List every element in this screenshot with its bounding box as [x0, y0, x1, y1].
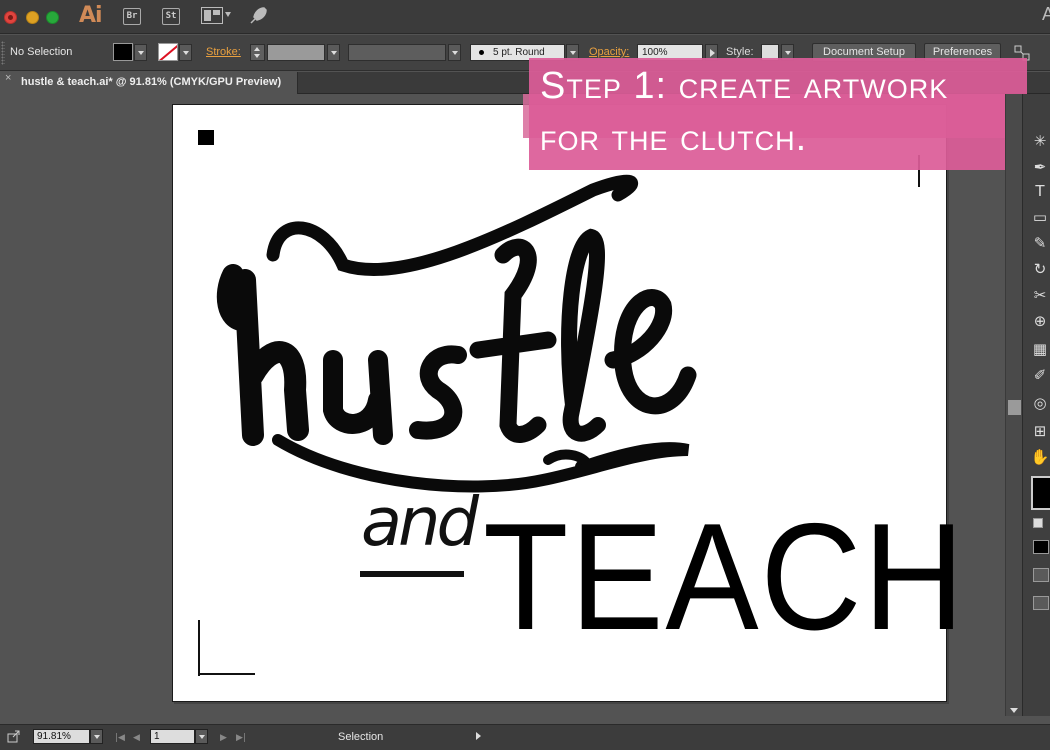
selection-status: No Selection — [10, 46, 73, 58]
fill-dropdown[interactable] — [134, 44, 147, 61]
close-tab-icon[interactable]: × — [5, 72, 11, 84]
fill-color-swatch[interactable] — [113, 43, 133, 61]
type-tool-icon[interactable]: T — [1029, 180, 1050, 202]
zoom-window-button[interactable] — [46, 11, 59, 24]
document-tab[interactable]: × hustle & teach.ai* @ 91.81% (CMYK/GPU … — [0, 72, 298, 94]
share-icon[interactable] — [7, 729, 21, 743]
default-colors-icon[interactable] — [1033, 518, 1043, 528]
next-artboard-icon[interactable]: ▶ — [220, 733, 227, 743]
rectangle-tool-icon[interactable]: ▭ — [1029, 206, 1050, 228]
rotate-tool-icon[interactable]: ↻ — [1029, 258, 1050, 280]
variable-width-dropdown[interactable] — [448, 44, 461, 61]
artboard-dropdown[interactable] — [195, 729, 208, 744]
minimize-window-button[interactable] — [26, 11, 39, 24]
stroke-label[interactable]: Stroke: — [206, 46, 241, 58]
screen-mode-icon[interactable] — [1033, 596, 1049, 610]
current-tool-status[interactable]: Selection — [338, 731, 383, 743]
and-underline — [360, 571, 464, 577]
teach-word[interactable]: TEACH — [483, 501, 966, 653]
status-bar: 91.81% |◀ ◀ 1 ▶ ▶| Selection — [0, 724, 1050, 750]
workspace-layout-icon[interactable] — [201, 7, 223, 24]
chevron-down-icon[interactable] — [225, 12, 231, 17]
title-bar: Ai Br St A — [0, 0, 1050, 34]
and-word[interactable]: and — [361, 489, 479, 556]
stroke-weight-dropdown[interactable] — [327, 44, 340, 61]
style-label: Style: — [726, 46, 754, 58]
artboard[interactable]: and TEACH — [172, 104, 964, 702]
opacity-label[interactable]: Opacity: — [589, 46, 629, 58]
color-mode-icon[interactable] — [1033, 540, 1049, 554]
fill-stroke-indicator[interactable] — [1031, 476, 1050, 510]
pen-tool-icon[interactable]: ✒ — [1029, 156, 1050, 178]
top-right-glyph: A — [1042, 4, 1050, 24]
brush-definition-value: 5 pt. Round — [493, 47, 545, 58]
callout-line-1: Step 1: create artwork — [540, 65, 949, 107]
eyedropper-tool-icon[interactable]: ✐ — [1029, 364, 1050, 386]
document-tab-title: hustle & teach.ai* @ 91.81% (CMYK/GPU Pr… — [21, 76, 282, 88]
blend-tool-icon[interactable]: ◎ — [1029, 392, 1050, 414]
callout-text: Step 1: create artwork for the clutch. — [540, 60, 1020, 164]
shape-builder-icon[interactable]: ⊕ — [1029, 310, 1050, 332]
first-artboard-icon[interactable]: |◀ — [115, 733, 125, 743]
panel-grip[interactable] — [1, 41, 5, 65]
chart-tool-icon[interactable]: ▦ — [1029, 338, 1050, 360]
stock-button[interactable]: St — [162, 8, 180, 25]
artboard-number-field[interactable]: 1 — [150, 729, 195, 744]
gpu-performance-rocket-icon[interactable] — [247, 5, 269, 27]
variable-width-profile[interactable] — [348, 44, 446, 61]
vertical-scrollbar[interactable] — [1005, 94, 1022, 716]
selection-tool-icon[interactable]: ✳ — [1029, 130, 1050, 152]
hand-tool-icon[interactable]: ✋ — [1029, 446, 1050, 468]
paintbrush-tool-icon[interactable]: ✎ — [1029, 232, 1050, 254]
stroke-color-swatch[interactable] — [158, 43, 178, 61]
previous-artboard-icon[interactable]: ◀ — [133, 733, 140, 743]
app-logo: Ai — [79, 3, 103, 28]
zoom-dropdown[interactable] — [90, 729, 103, 744]
bridge-button[interactable]: Br — [123, 8, 141, 25]
brush-dot-icon — [479, 50, 484, 55]
drawing-mode-icon[interactable] — [1033, 568, 1049, 582]
status-menu-arrow-icon[interactable] — [476, 732, 481, 740]
zoom-level-field[interactable]: 91.81% — [33, 729, 90, 744]
tools-panel: ✳ ✒ T ▭ ✎ ↻ ✂ ⊕ ▦ ✐ ◎ ⊞ ✋ — [1022, 94, 1050, 716]
artboard-tool-icon[interactable]: ⊞ — [1029, 420, 1050, 442]
scale-tool-icon[interactable]: ✂ — [1029, 284, 1050, 306]
scroll-down-arrow-icon[interactable] — [1010, 708, 1018, 713]
callout-line-2: for the clutch. — [540, 117, 808, 159]
last-artboard-icon[interactable]: ▶| — [236, 733, 246, 743]
stroke-color-dropdown[interactable] — [179, 44, 192, 61]
close-window-button[interactable] — [4, 11, 17, 24]
stroke-weight-field[interactable] — [267, 44, 325, 61]
stroke-weight-stepper[interactable] — [250, 44, 265, 61]
vertical-scroll-thumb[interactable] — [1008, 400, 1021, 415]
